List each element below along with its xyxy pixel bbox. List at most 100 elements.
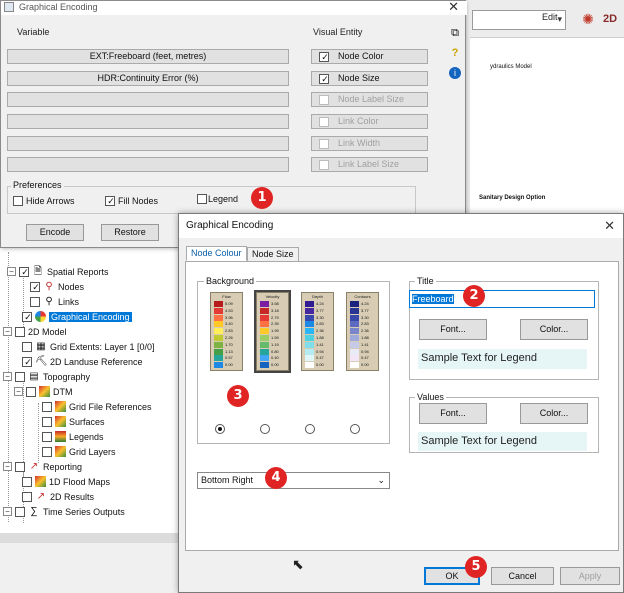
tree-item-2d-landuse[interactable]: ⛏ 2D Landuse Reference	[22, 354, 143, 369]
title-color-button[interactable]: Color...	[520, 319, 588, 340]
checkbox-icon[interactable]	[319, 117, 329, 127]
checkbox-icon[interactable]	[319, 74, 330, 84]
checkbox-icon[interactable]	[22, 341, 32, 352]
tree-item-2d-model[interactable]: − 2D Model	[3, 324, 67, 339]
variable-button-6[interactable]	[7, 157, 289, 172]
tree-item-nodes[interactable]: ⚲ Nodes	[30, 279, 84, 294]
tree-item-grid-layers[interactable]: Grid Layers	[42, 444, 116, 459]
checkbox-icon[interactable]	[42, 431, 52, 442]
tree-item-dtm[interactable]: − DTM	[14, 384, 73, 399]
info-icon[interactable]: i	[449, 67, 461, 79]
checkbox-icon[interactable]	[319, 95, 329, 105]
checkbox-icon[interactable]	[42, 446, 52, 457]
checkbox-icon[interactable]	[13, 196, 23, 206]
tree-item-topography[interactable]: − ▤ Topography	[3, 369, 90, 384]
visual-link-label-size[interactable]: Link Label Size	[311, 157, 428, 172]
visual-link-color[interactable]: Link Color	[311, 114, 428, 129]
help-icon[interactable]: ?	[448, 47, 462, 59]
tree-item-2d-results[interactable]: ↗ 2D Results	[22, 489, 94, 504]
fill-nodes-checkbox[interactable]: Fill Nodes	[105, 196, 158, 206]
legend-thumbnail-4[interactable]: Contours 4.24 3.77 3.30 2.83 2.36 1.88 1.41 0.94…	[346, 292, 379, 371]
background-option-1-radio[interactable]	[215, 424, 225, 434]
checkbox-icon[interactable]	[22, 491, 32, 502]
tree-scrollbar[interactable]	[0, 533, 178, 543]
visual-node-label-size[interactable]: Node Label Size	[311, 92, 428, 107]
tree-item-label: Graphical Encoding	[49, 311, 132, 322]
gear-3d-icon[interactable]: ✺	[577, 8, 599, 30]
checkbox-icon[interactable]	[319, 139, 329, 149]
apply-button[interactable]: Apply	[560, 567, 620, 585]
legend-title-input[interactable]: Freeboard	[409, 290, 595, 308]
checkbox-icon[interactable]	[22, 476, 32, 487]
tab-node-colour[interactable]: Node Colour	[186, 246, 247, 261]
checkbox-icon[interactable]	[22, 311, 33, 322]
checkbox-icon[interactable]	[42, 416, 52, 427]
hide-arrows-checkbox[interactable]: Hide Arrows	[13, 196, 75, 206]
checkbox-icon[interactable]	[22, 356, 33, 367]
tree-item-reporting[interactable]: − ↗ Reporting	[3, 459, 82, 474]
checkbox-icon[interactable]	[319, 52, 330, 62]
variable-button-5[interactable]	[7, 136, 289, 151]
copy-icon[interactable]: ⧉	[448, 27, 462, 40]
checkbox-icon[interactable]	[42, 401, 52, 412]
variable-button-2[interactable]: HDR:Continuity Error (%)	[7, 71, 289, 86]
tree-item-time-series[interactable]: − ∑ Time Series Outputs	[3, 504, 125, 519]
background-option-4-radio[interactable]	[350, 424, 360, 434]
checkbox-icon[interactable]	[15, 326, 25, 337]
values-font-button[interactable]: Font...	[419, 403, 487, 424]
collapse-icon[interactable]: −	[14, 387, 23, 396]
checkbox-icon[interactable]	[26, 386, 36, 397]
variable-header: Variable	[17, 27, 50, 37]
visual-node-color[interactable]: Node Color	[311, 49, 428, 64]
legend-position-select[interactable]: Bottom Right ⌄	[197, 472, 390, 489]
legend-value: 3.77	[361, 307, 369, 313]
legend-thumbnail-2[interactable]: Velocity 3.58 3.18 2.79 2.39 1.99 1.59 1.19 0.80…	[256, 292, 289, 371]
cancel-button[interactable]: Cancel	[491, 567, 554, 585]
tree-item-spatial-reports[interactable]: − 🗎 Spatial Reports	[7, 264, 109, 279]
legend-thumbnail-1[interactable]: Flow 5.09 4.53 3.96 3.40 2.83 2.26 1.70 1.13 0.57…	[210, 292, 243, 371]
legend-value: 5.09	[225, 301, 233, 306]
close-icon[interactable]: ✕	[604, 218, 615, 234]
tree-item-graphical-encoding[interactable]: Graphical Encoding	[22, 309, 132, 324]
map-canvas[interactable]: ydraulics Model Sanitary Design Option	[470, 38, 624, 213]
variable-button-3[interactable]	[7, 92, 289, 107]
close-icon[interactable]: ✕	[448, 0, 459, 15]
legend-thumbnail-3[interactable]: Depth 4.24 3.77 3.30 2.83 2.36 1.88 1.41 0.94 0.4…	[301, 292, 334, 371]
restore-button[interactable]: Restore	[101, 224, 159, 241]
tree-item-links[interactable]: ⚲ Links	[30, 294, 79, 309]
checkbox-icon[interactable]	[19, 266, 30, 277]
collapse-icon[interactable]: −	[3, 462, 12, 471]
checkbox-icon[interactable]	[319, 160, 329, 170]
tree-item-label: Links	[58, 296, 80, 307]
tab-node-size[interactable]: Node Size	[247, 247, 299, 262]
callout-badge-2: 2	[463, 285, 485, 307]
background-option-2-radio[interactable]	[260, 424, 270, 434]
background-option-3-radio[interactable]	[305, 424, 315, 434]
encode-button[interactable]: Encode	[26, 224, 84, 241]
edit-menu-button[interactable]: Edit	[542, 12, 558, 22]
collapse-icon[interactable]: −	[3, 372, 12, 381]
values-color-button[interactable]: Color...	[520, 403, 588, 424]
tree-item-legends[interactable]: Legends	[42, 429, 104, 444]
tree-item-grid-extents[interactable]: ▦ Grid Extents: Layer 1 [0/0]	[22, 339, 155, 354]
title-font-button[interactable]: Font...	[419, 319, 487, 340]
collapse-icon[interactable]: −	[3, 327, 12, 336]
tree-item-surfaces[interactable]: Surfaces	[42, 414, 105, 429]
checkbox-icon[interactable]	[15, 461, 25, 472]
checkbox-icon[interactable]	[15, 506, 25, 517]
checkbox-icon[interactable]	[105, 196, 116, 206]
tree-item-1d-flood-maps[interactable]: 1D Flood Maps	[22, 474, 110, 489]
checkbox-icon[interactable]	[197, 194, 207, 204]
visual-link-width[interactable]: Link Width	[311, 136, 428, 151]
tree-item-grid-file-references[interactable]: Grid File References	[42, 399, 152, 414]
legend-checkbox[interactable]: Legend	[197, 194, 238, 204]
checkbox-icon[interactable]	[30, 281, 41, 292]
variable-button-1[interactable]: EXT:Freeboard (feet, metres)	[7, 49, 289, 64]
view-2d-icon[interactable]: 2D	[599, 8, 621, 30]
visual-node-size[interactable]: Node Size	[311, 71, 428, 86]
collapse-icon[interactable]: −	[7, 267, 16, 276]
checkbox-icon[interactable]	[15, 371, 25, 382]
checkbox-icon[interactable]	[30, 296, 40, 307]
expand-icon[interactable]: −	[3, 507, 12, 516]
variable-button-4[interactable]	[7, 114, 289, 129]
